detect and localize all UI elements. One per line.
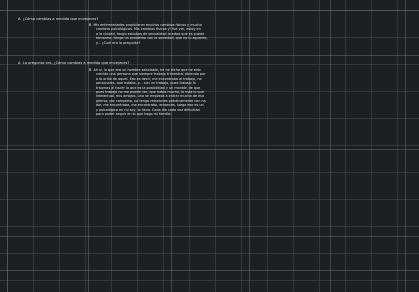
answer-line: die, me encontraba, me encontraba, enton… [96, 103, 204, 108]
speaker-marker: A [18, 61, 21, 65]
grid-line [249, 0, 250, 292]
grid-line [0, 10, 419, 11]
answer-line: para poder seguir en lo que hago mi fami… [96, 112, 172, 117]
question-2: A La pregunta era, ¿Cómo cambias a medid… [18, 61, 129, 65]
answer-2: B Ah sí, lo que era un hombre saludable,… [89, 68, 206, 116]
grid-line [0, 55, 419, 56]
speaker-marker: B [89, 23, 92, 27]
grid-line [0, 149, 419, 150]
question-text: ¿Cómo cambias a medida que envejeces? [22, 17, 99, 21]
answer-1: B Mis enfermedades propiciaron muchos ca… [89, 23, 208, 45]
grid-line [0, 236, 419, 237]
speaker-marker: A [18, 17, 21, 21]
grid-line [330, 0, 331, 292]
answer-line: tomarme, tengo un problema con la socied… [96, 36, 208, 41]
answer-line: personales, que estaba, y... con un trab… [96, 81, 196, 86]
answer-line: y... ¿Cuál era la pregunta? [96, 40, 141, 45]
speaker-marker: B [89, 68, 92, 72]
document-page: A ¿Cómo cambias a medida que envejeces? … [0, 0, 419, 292]
grid-line [7, 0, 8, 292]
grid-line [0, 270, 419, 271]
question-1: A ¿Cómo cambias a medida que envejeces? [18, 17, 98, 21]
grid-line [405, 0, 406, 292]
question-text: La pregunta era, ¿Cómo cambias a medida … [22, 61, 130, 65]
